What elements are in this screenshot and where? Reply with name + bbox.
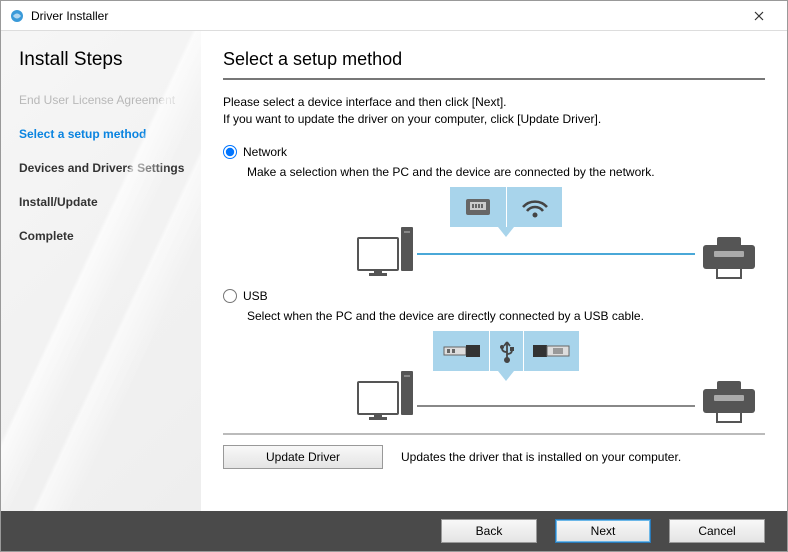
cancel-button[interactable]: Cancel (669, 519, 765, 543)
back-button[interactable]: Back (441, 519, 537, 543)
usb-b-plug-icon (523, 331, 579, 371)
heading-rule (223, 78, 765, 80)
printer-icon (703, 381, 755, 419)
sidebar-heading: Install Steps (19, 49, 187, 71)
option-network-label: Network (243, 145, 287, 159)
wifi-icon (506, 187, 562, 227)
window-title: Driver Installer (31, 9, 739, 23)
intro-text: Please select a device interface and the… (223, 94, 765, 129)
usb-trident-icon (489, 331, 523, 371)
sidebar: Install Steps End User License Agreement… (1, 31, 201, 511)
pc-icon (357, 371, 413, 415)
footer: Back Next Cancel (1, 511, 787, 551)
intro-line-1: Please select a device interface and the… (223, 94, 765, 111)
page-heading: Select a setup method (223, 49, 765, 70)
option-network-row[interactable]: Network (223, 145, 765, 159)
usb-callout (433, 331, 579, 371)
update-driver-button[interactable]: Update Driver (223, 445, 383, 469)
ethernet-plug-icon (450, 187, 506, 227)
option-usb-desc: Select when the PC and the device are di… (247, 309, 765, 323)
step-complete: Complete (19, 229, 187, 243)
intro-line-2: If you want to update the driver on your… (223, 111, 765, 128)
option-network: Network Make a selection when the PC and… (223, 145, 765, 275)
illustration-network (247, 187, 765, 275)
step-install-update: Install/Update (19, 195, 187, 209)
title-bar: Driver Installer (1, 1, 787, 31)
app-icon (9, 8, 25, 24)
main-panel: Select a setup method Please select a de… (201, 31, 787, 511)
option-usb-label: USB (243, 289, 268, 303)
update-row: Update Driver Updates the driver that is… (223, 445, 765, 469)
option-network-desc: Make a selection when the PC and the dev… (247, 165, 765, 179)
pc-icon (357, 227, 413, 271)
network-callout (450, 187, 562, 227)
radio-usb[interactable] (223, 289, 237, 303)
bottom-rule (223, 433, 765, 435)
step-devices-drivers: Devices and Drivers Settings (19, 161, 187, 175)
update-desc: Updates the driver that is installed on … (401, 450, 681, 464)
next-button[interactable]: Next (555, 519, 651, 543)
usb-a-plug-icon (433, 331, 489, 371)
option-usb-row[interactable]: USB (223, 289, 765, 303)
printer-icon (703, 237, 755, 275)
step-setup-method: Select a setup method (19, 127, 187, 141)
option-usb: USB Select when the PC and the device ar… (223, 289, 765, 419)
radio-network[interactable] (223, 145, 237, 159)
close-button[interactable] (739, 2, 779, 30)
illustration-usb (247, 331, 765, 419)
step-eula: End User License Agreement (19, 93, 187, 107)
